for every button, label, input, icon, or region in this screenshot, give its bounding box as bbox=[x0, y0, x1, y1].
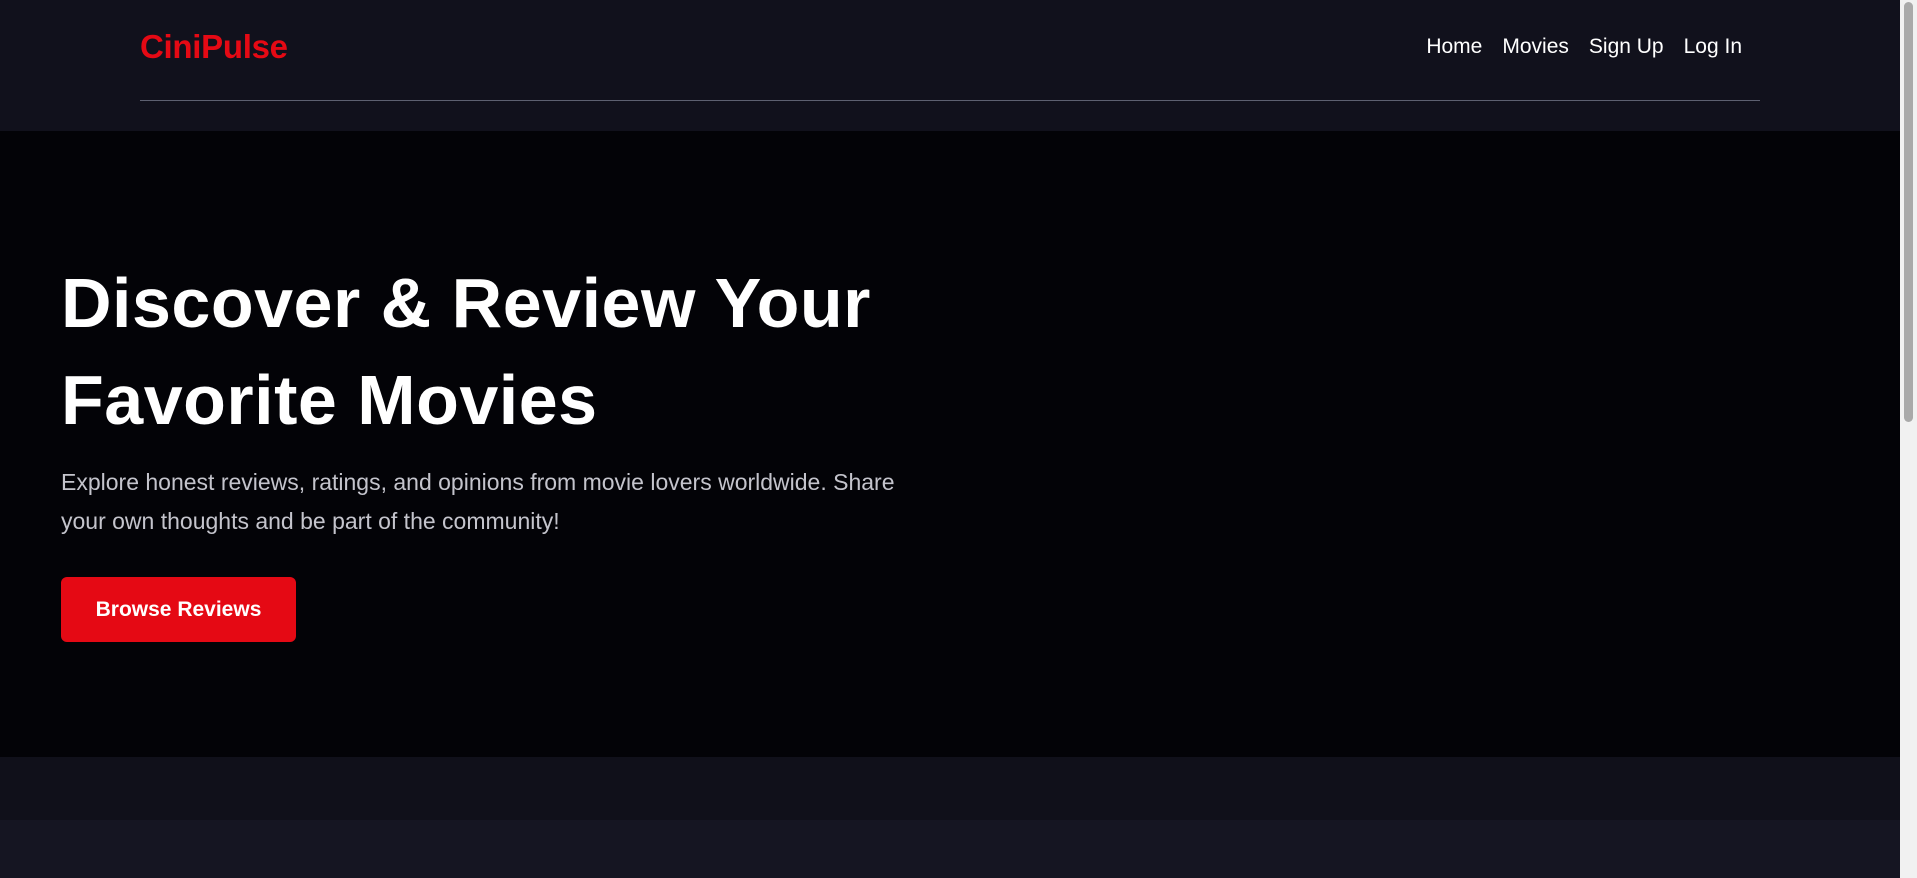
hero-subtitle: Explore honest reviews, ratings, and opi… bbox=[61, 469, 895, 534]
site-header: CiniPulse Home Movies Sign Up Log In bbox=[0, 0, 1900, 131]
page-scrollbar[interactable] bbox=[1900, 0, 1917, 878]
content-section-upper bbox=[0, 757, 1900, 820]
browse-reviews-button[interactable]: Browse Reviews bbox=[61, 577, 296, 642]
hero-section: Discover & Review Your Favorite Movies E… bbox=[0, 131, 1900, 757]
scrollbar-thumb[interactable] bbox=[1904, 2, 1913, 422]
header-divider bbox=[140, 100, 1760, 101]
nav-home-link[interactable]: Home bbox=[1426, 35, 1482, 59]
hero-title: Discover & Review Your Favorite Movies bbox=[61, 255, 961, 449]
brand-logo[interactable]: CiniPulse bbox=[140, 28, 288, 66]
hero-title-line-1: Discover & Review Your bbox=[61, 264, 871, 342]
main-nav: Home Movies Sign Up Log In bbox=[1426, 35, 1742, 59]
content-section-lower bbox=[0, 820, 1900, 878]
nav-login-link[interactable]: Log In bbox=[1684, 35, 1742, 59]
hero-title-line-2: Favorite Movies bbox=[61, 361, 598, 439]
page: CiniPulse Home Movies Sign Up Log In Dis… bbox=[0, 0, 1917, 878]
nav-signup-link[interactable]: Sign Up bbox=[1589, 35, 1664, 59]
nav-movies-link[interactable]: Movies bbox=[1502, 35, 1569, 59]
